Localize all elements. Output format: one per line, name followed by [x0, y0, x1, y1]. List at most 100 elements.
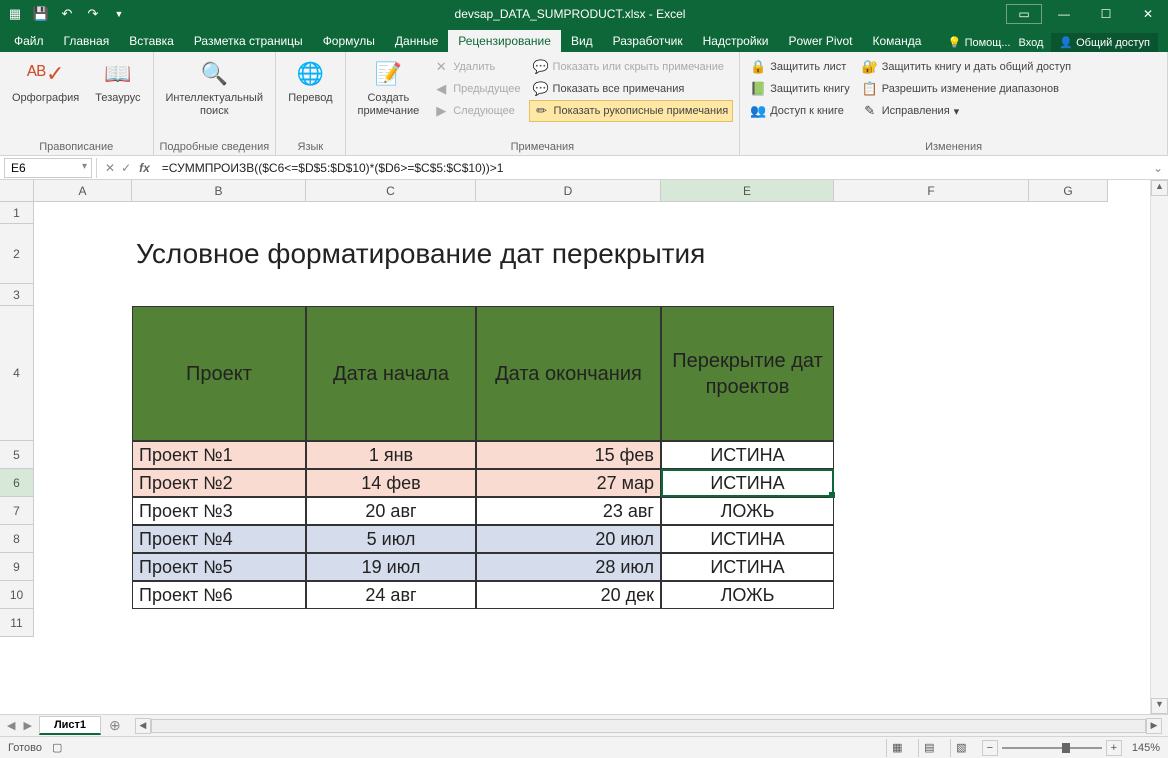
- table-cell-overlap[interactable]: ЛОЖЬ: [661, 581, 834, 609]
- scroll-up-button[interactable]: ▲: [1151, 180, 1168, 196]
- zoom-level[interactable]: 145%: [1132, 742, 1160, 754]
- tab-вставка[interactable]: Вставка: [119, 30, 184, 52]
- spelling-button[interactable]: ᴬᴮ✓ Орфография: [6, 56, 85, 139]
- show-hide-comment-button[interactable]: 💬Показать или скрыть примечание: [529, 56, 734, 78]
- previous-comment-button[interactable]: ◀Предыдущее: [429, 78, 524, 100]
- delete-comment-button[interactable]: ✕Удалить: [429, 56, 524, 78]
- cancel-formula-icon[interactable]: ✕: [105, 161, 115, 175]
- allow-edit-ranges-button[interactable]: 📋Разрешить изменение диапазонов: [858, 78, 1075, 100]
- macro-record-icon[interactable]: ▢: [52, 741, 62, 754]
- ribbon-options-button[interactable]: ▭: [1006, 4, 1042, 24]
- next-comment-button[interactable]: ▶Следующее: [429, 100, 524, 122]
- worksheet-grid[interactable]: ABCDEFG 1234567891011 Условное форматиро…: [0, 180, 1168, 714]
- scroll-left-button[interactable]: ◀: [135, 718, 151, 734]
- table-cell-start[interactable]: 24 авг: [306, 581, 476, 609]
- table-cell-overlap[interactable]: ИСТИНА: [661, 469, 834, 497]
- table-cell-end[interactable]: 20 дек: [476, 581, 661, 609]
- scroll-right-button[interactable]: ▶: [1146, 718, 1162, 734]
- column-header-D[interactable]: D: [476, 180, 661, 201]
- protect-workbook-button[interactable]: 📗Защитить книгу: [746, 78, 854, 100]
- tab-данные[interactable]: Данные: [385, 30, 448, 52]
- data-title[interactable]: Условное форматирование дат перекрытия: [132, 224, 1029, 284]
- table-cell-end[interactable]: 28 июл: [476, 553, 661, 581]
- enter-formula-icon[interactable]: ✓: [121, 161, 131, 175]
- zoom-slider[interactable]: [1002, 747, 1102, 749]
- horizontal-scrollbar[interactable]: ◀ ▶: [135, 718, 1162, 734]
- protect-sheet-button[interactable]: 🔒Защитить лист: [746, 56, 854, 78]
- table-header[interactable]: Проект: [132, 306, 306, 441]
- row-header-6[interactable]: 6: [0, 469, 33, 497]
- vertical-scrollbar[interactable]: ▲ ▼: [1150, 180, 1168, 714]
- table-cell-project[interactable]: Проект №5: [132, 553, 306, 581]
- thesaurus-button[interactable]: 📖 Тезаурус: [89, 56, 146, 139]
- row-header-10[interactable]: 10: [0, 581, 33, 609]
- formula-input[interactable]: =СУММПРОИЗВ(($C6<=$D$5:$D$10)*($D6>=$C$5…: [156, 159, 1148, 177]
- page-break-view-button[interactable]: ▧: [950, 739, 972, 757]
- row-headers[interactable]: 1234567891011: [0, 202, 34, 637]
- table-cell-end[interactable]: 27 мар: [476, 469, 661, 497]
- table-cell-overlap[interactable]: ЛОЖЬ: [661, 497, 834, 525]
- table-cell-project[interactable]: Проект №6: [132, 581, 306, 609]
- row-header-11[interactable]: 11: [0, 609, 33, 637]
- redo-icon[interactable]: ↷: [84, 5, 102, 23]
- name-box[interactable]: E6: [4, 158, 92, 178]
- smart-lookup-button[interactable]: 🔍 Интеллектуальный поиск: [160, 56, 269, 139]
- show-all-comments-button[interactable]: 💬Показать все примечания: [529, 78, 734, 100]
- minimize-button[interactable]: —: [1044, 0, 1084, 28]
- tab-формулы[interactable]: Формулы: [313, 30, 385, 52]
- table-cell-start[interactable]: 19 июл: [306, 553, 476, 581]
- column-header-C[interactable]: C: [306, 180, 476, 201]
- save-icon[interactable]: 💾: [32, 5, 50, 23]
- help-tell-me[interactable]: 💡 Помощ...: [948, 36, 1011, 49]
- table-header[interactable]: Дата окончания: [476, 306, 661, 441]
- track-changes-button[interactable]: ✎Исправления ▾: [858, 100, 1075, 122]
- share-button[interactable]: 👤 Общий доступ: [1051, 33, 1158, 52]
- tab-вид[interactable]: Вид: [561, 30, 603, 52]
- fx-icon[interactable]: fx: [139, 161, 156, 175]
- sheet-tab-1[interactable]: Лист1: [39, 716, 101, 735]
- tab-главная[interactable]: Главная: [54, 30, 120, 52]
- row-header-3[interactable]: 3: [0, 284, 33, 306]
- column-header-F[interactable]: F: [834, 180, 1029, 201]
- table-cell-project[interactable]: Проект №3: [132, 497, 306, 525]
- tab-power-pivot[interactable]: Power Pivot: [778, 30, 862, 52]
- column-headers[interactable]: ABCDEFG: [34, 180, 1108, 202]
- table-header[interactable]: Перекрытие дат проектов: [661, 306, 834, 441]
- table-cell-overlap[interactable]: ИСТИНА: [661, 441, 834, 469]
- tab-файл[interactable]: Файл: [4, 30, 54, 52]
- signin-button[interactable]: Вход: [1019, 37, 1044, 49]
- tab-надстройки[interactable]: Надстройки: [693, 30, 779, 52]
- select-all-corner[interactable]: [0, 180, 34, 202]
- table-cell-overlap[interactable]: ИСТИНА: [661, 553, 834, 581]
- table-cell-project[interactable]: Проект №2: [132, 469, 306, 497]
- zoom-in-button[interactable]: +: [1106, 740, 1122, 756]
- column-header-E[interactable]: E: [661, 180, 834, 201]
- qat-dropdown-icon[interactable]: ▼: [110, 5, 128, 23]
- page-layout-view-button[interactable]: ▤: [918, 739, 940, 757]
- column-header-G[interactable]: G: [1029, 180, 1108, 201]
- row-header-2[interactable]: 2: [0, 224, 33, 284]
- sheet-nav-last[interactable]: ▶: [20, 719, 34, 732]
- row-header-8[interactable]: 8: [0, 525, 33, 553]
- translate-button[interactable]: 🌐 Перевод: [282, 56, 338, 139]
- close-button[interactable]: ✕: [1128, 0, 1168, 28]
- new-sheet-button[interactable]: ⊕: [101, 717, 129, 734]
- protect-and-share-button[interactable]: 🔐Защитить книгу и дать общий доступ: [858, 56, 1075, 78]
- table-cell-start[interactable]: 1 янв: [306, 441, 476, 469]
- show-ink-button[interactable]: ✏Показать рукописные примечания: [529, 100, 734, 122]
- table-header[interactable]: Дата начала: [306, 306, 476, 441]
- row-header-5[interactable]: 5: [0, 441, 33, 469]
- share-workbook-button[interactable]: 👥Доступ к книге: [746, 100, 854, 122]
- row-header-4[interactable]: 4: [0, 306, 33, 441]
- table-cell-start[interactable]: 20 авг: [306, 497, 476, 525]
- table-cell-project[interactable]: Проект №4: [132, 525, 306, 553]
- tab-разметка-страницы[interactable]: Разметка страницы: [184, 30, 313, 52]
- table-cell-overlap[interactable]: ИСТИНА: [661, 525, 834, 553]
- row-header-1[interactable]: 1: [0, 202, 33, 224]
- table-cell-start[interactable]: 5 июл: [306, 525, 476, 553]
- table-cell-end[interactable]: 15 фев: [476, 441, 661, 469]
- table-cell-project[interactable]: Проект №1: [132, 441, 306, 469]
- table-cell-end[interactable]: 20 июл: [476, 525, 661, 553]
- new-comment-button[interactable]: 📝 Создать примечание: [352, 56, 426, 139]
- maximize-button[interactable]: ☐: [1086, 0, 1126, 28]
